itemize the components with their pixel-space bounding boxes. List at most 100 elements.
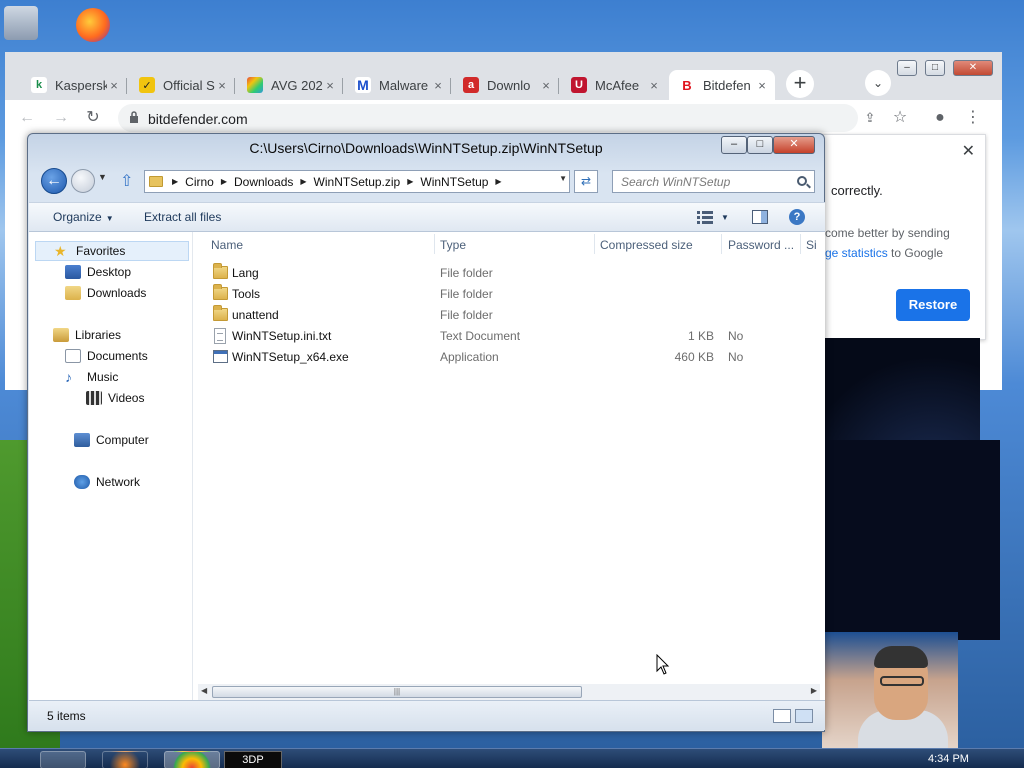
profile-icon[interactable]: ● — [930, 108, 950, 128]
column-divider[interactable] — [800, 234, 801, 254]
tab-close-icon[interactable]: × — [647, 78, 661, 93]
breadcrumb-winntsetup[interactable]: WinNTSetup — [416, 175, 492, 189]
bookmark-star-icon[interactable]: ☆ — [890, 108, 910, 128]
scrollbar-thumb[interactable]: ||| — [212, 686, 582, 698]
breadcrumb-cirno[interactable]: Cirno — [181, 175, 218, 189]
nav-documents[interactable]: Documents — [65, 346, 148, 366]
help-icon[interactable]: ? — [789, 209, 805, 225]
large-icons-view-icon[interactable] — [795, 709, 813, 723]
tab-close-icon[interactable]: × — [539, 78, 553, 93]
forward-icon[interactable]: → — [51, 108, 71, 128]
close-button[interactable]: ✕ — [773, 136, 815, 154]
column-divider[interactable] — [594, 234, 595, 254]
file-row[interactable]: WinNTSetup.ini.txt Text Document 1 KB No — [194, 326, 825, 347]
documents-icon — [65, 349, 81, 363]
nav-music[interactable]: ♪ Music — [65, 367, 118, 387]
up-arrow-icon[interactable]: ⇧ — [120, 171, 133, 191]
column-size[interactable]: Si — [806, 232, 817, 256]
search-icon[interactable] — [797, 176, 807, 186]
close-icon[interactable]: ✕ — [962, 141, 975, 161]
usage-statistics-link[interactable]: ge statistics — [825, 246, 888, 260]
nav-videos[interactable]: Videos — [86, 388, 144, 408]
3dp-taskbar-button[interactable]: 3DP — [224, 751, 282, 768]
column-type[interactable]: Type — [440, 232, 466, 256]
recent-pages-dropdown-icon[interactable]: ▼ — [98, 172, 110, 188]
share-icon[interactable]: ⇪ — [860, 108, 880, 128]
breadcrumb-downloads[interactable]: Downloads — [230, 175, 297, 189]
tab-close-icon[interactable]: × — [431, 78, 445, 93]
firefox-icon[interactable] — [76, 8, 110, 42]
tab-malwarebytes[interactable]: M Malware × — [345, 70, 451, 100]
tab-close-icon[interactable]: × — [323, 78, 337, 93]
organize-button[interactable]: Organize ▼ — [53, 210, 114, 224]
nav-computer[interactable]: Computer — [74, 430, 149, 450]
address-bar[interactable]: ▶ Cirno ▶ Downloads ▶ WinNTSetup.zip ▶ W… — [144, 170, 570, 193]
dialog-text: come better by sending — [825, 226, 950, 240]
maximize-button[interactable]: □ — [747, 136, 773, 154]
tab-kaspersky[interactable]: k Kaspersk × — [21, 70, 127, 100]
nav-libraries[interactable]: Libraries — [53, 325, 121, 345]
details-view-icon[interactable] — [773, 709, 791, 723]
nav-label: Libraries — [75, 328, 122, 342]
explorer-titlebar[interactable]: C:\Users\Cirno\Downloads\WinNTSetup.zip\… — [28, 134, 824, 162]
file-row[interactable]: WinNTSetup_x64.exe Application 460 KB No — [194, 347, 825, 368]
nav-network[interactable]: Network — [74, 472, 140, 492]
nav-desktop[interactable]: Desktop — [65, 262, 131, 282]
breadcrumb-arrow-icon[interactable]: ▶ — [218, 177, 230, 186]
scroll-left-icon[interactable]: ◀ — [201, 686, 207, 695]
tab-avira[interactable]: a Downlo × — [453, 70, 559, 100]
minimize-button[interactable]: – — [721, 136, 747, 154]
chrome-taskbar-button[interactable] — [164, 751, 220, 768]
column-compressed-size[interactable]: Compressed size — [600, 232, 693, 256]
reload-icon[interactable]: ↻ — [83, 108, 103, 128]
site-hero-image — [820, 440, 1000, 640]
scroll-right-icon[interactable]: ▶ — [811, 686, 817, 695]
column-divider[interactable] — [721, 234, 722, 254]
search-box[interactable]: Search WinNTSetup — [612, 170, 815, 193]
address-dropdown-icon[interactable]: ▼ — [559, 174, 567, 183]
clock[interactable]: 4:34 PM — [928, 753, 969, 765]
file-row[interactable]: unattend File folder — [194, 305, 825, 326]
tab-mcafee[interactable]: U McAfee × — [561, 70, 667, 100]
lock-icon — [130, 111, 138, 123]
breadcrumb-arrow-icon[interactable]: ▶ — [492, 177, 504, 186]
tab-close-icon[interactable]: × — [215, 78, 229, 93]
breadcrumb-arrow-icon[interactable]: ▶ — [297, 177, 309, 186]
extract-all-files-button[interactable]: Extract all files — [144, 210, 221, 224]
tab-close-icon[interactable]: × — [107, 78, 121, 93]
back-arrow-icon[interactable]: ← — [41, 168, 67, 194]
new-tab-button[interactable]: + — [786, 70, 814, 98]
breadcrumb-arrow-icon[interactable]: ▶ — [404, 177, 416, 186]
column-password[interactable]: Password ... — [728, 232, 794, 256]
tab-avg[interactable]: AVG 202 × — [237, 70, 343, 100]
view-options-icon[interactable] — [697, 210, 713, 224]
recycle-bin-icon[interactable] — [4, 6, 38, 40]
refresh-icon[interactable]: ⇄ — [574, 170, 598, 193]
tab-official[interactable]: ✓ Official S × — [129, 70, 235, 100]
breadcrumb-zip[interactable]: WinNTSetup.zip — [310, 175, 405, 189]
tab-bitdefender[interactable]: B Bitdefen × — [669, 70, 775, 100]
file-row[interactable]: Lang File folder — [194, 263, 825, 284]
horizontal-scrollbar[interactable]: ◀ ||| ▶ — [198, 684, 820, 700]
restore-button[interactable]: Restore — [896, 289, 970, 321]
tab-label: Downlo — [487, 77, 531, 93]
breadcrumb-arrow-icon[interactable]: ▶ — [169, 177, 181, 186]
menu-icon[interactable]: ⋮ — [963, 108, 983, 128]
address-bar[interactable]: bitdefender.com — [118, 104, 858, 132]
back-icon[interactable]: ← — [17, 108, 37, 128]
url-text: bitdefender.com — [148, 111, 248, 127]
view-dropdown-icon[interactable]: ▼ — [721, 213, 729, 222]
column-divider[interactable] — [434, 234, 435, 254]
file-row[interactable]: Tools File folder — [194, 284, 825, 305]
tab-search-button[interactable]: ⌄ — [865, 70, 891, 96]
tab-label: Official S — [163, 77, 215, 93]
nav-downloads[interactable]: Downloads — [65, 283, 146, 303]
file-password: No — [728, 329, 744, 343]
nav-favorites[interactable]: ★ Favorites — [35, 241, 189, 261]
tab-close-icon[interactable]: × — [755, 78, 769, 93]
forward-arrow-icon[interactable] — [71, 169, 95, 193]
explorer-taskbar-button[interactable] — [40, 751, 86, 768]
preview-pane-icon[interactable] — [752, 210, 768, 224]
firefox-taskbar-button[interactable] — [102, 751, 148, 768]
column-name[interactable]: Name — [211, 232, 243, 256]
